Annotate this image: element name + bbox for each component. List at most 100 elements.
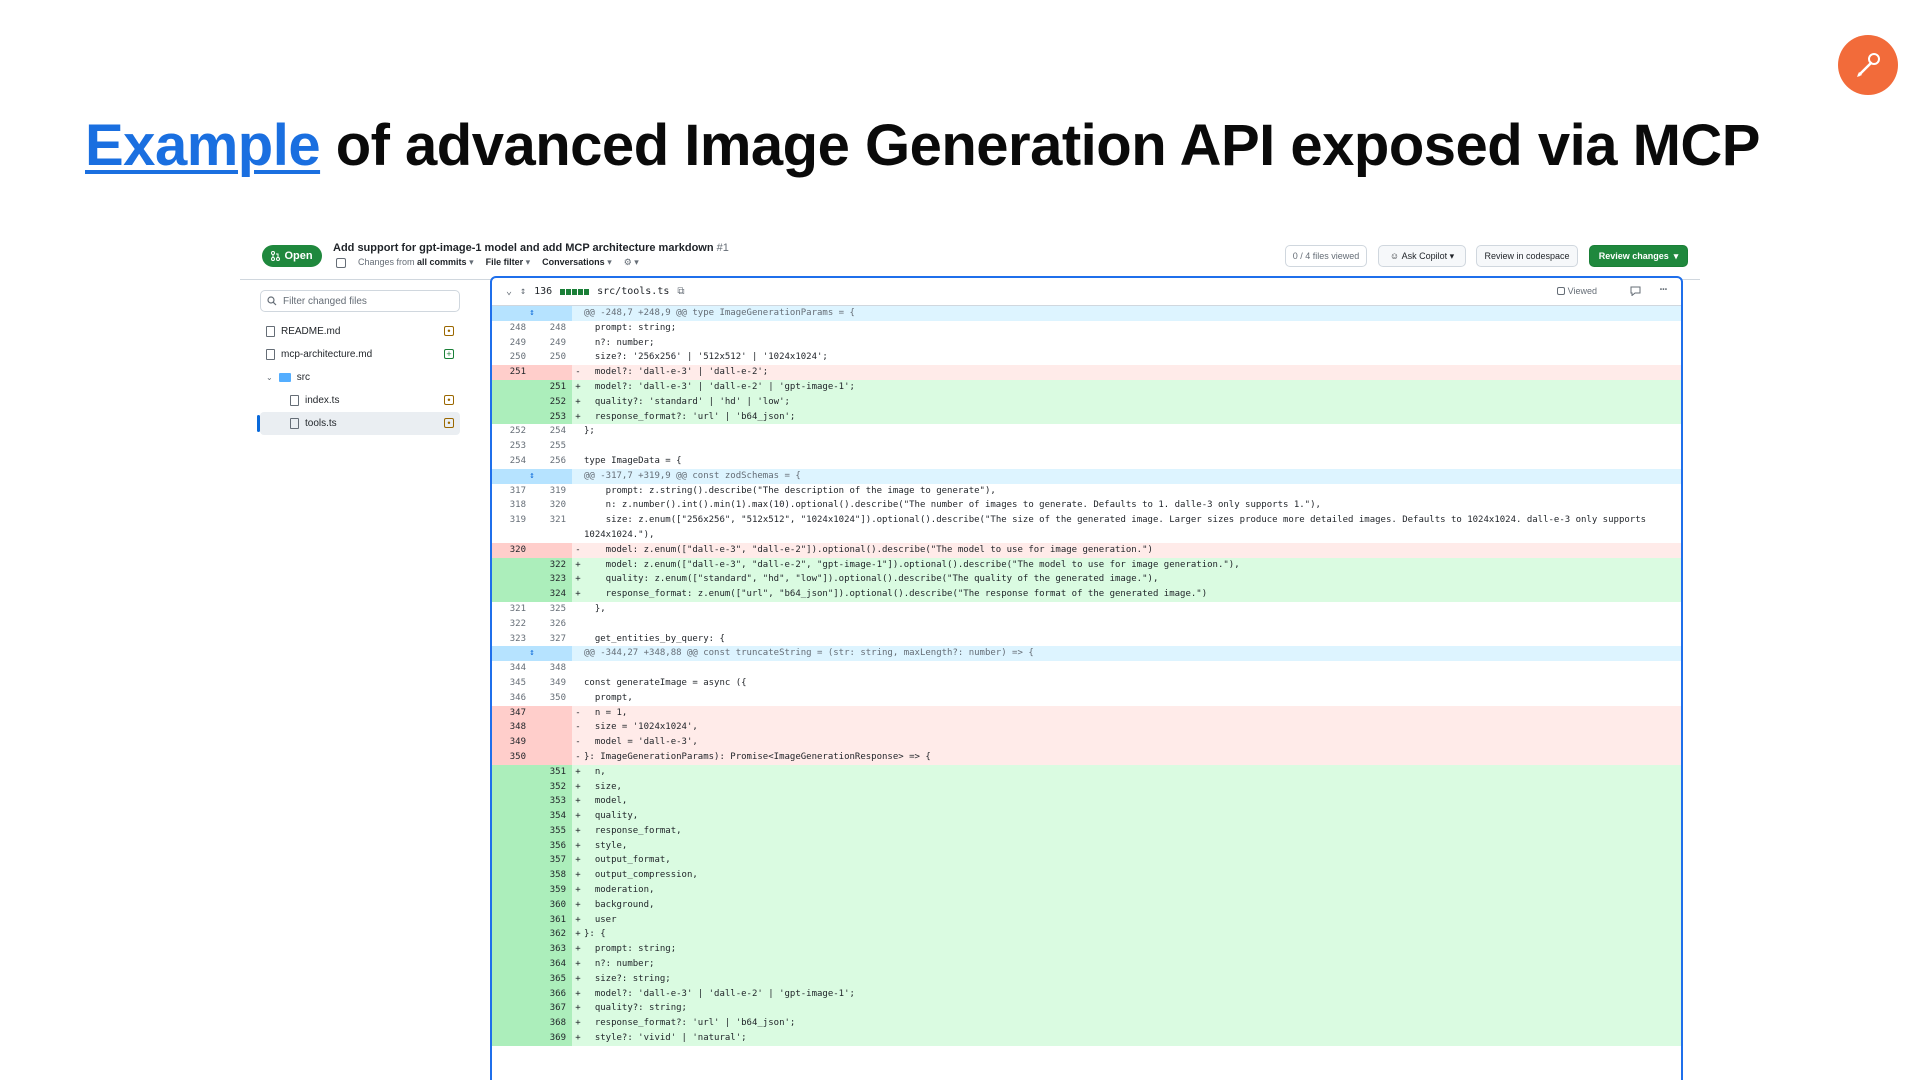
old-line-number[interactable] xyxy=(492,1016,532,1032)
old-line-number[interactable] xyxy=(492,986,532,1002)
new-line-number[interactable]: 321 xyxy=(532,513,572,543)
old-line-number[interactable] xyxy=(492,809,532,824)
new-line-number[interactable]: 369 xyxy=(532,1031,572,1046)
old-line-number[interactable] xyxy=(492,764,532,780)
old-line-number[interactable]: 323 xyxy=(492,632,532,647)
viewed-checkbox[interactable]: Viewed xyxy=(1556,286,1597,296)
new-line-number[interactable]: 363 xyxy=(532,942,572,958)
tree-item-readme[interactable]: README.md • xyxy=(260,320,460,343)
example-link[interactable]: Example xyxy=(85,113,321,178)
old-line-number[interactable] xyxy=(492,912,532,928)
old-line-number[interactable]: 347 xyxy=(492,705,532,721)
old-line-number[interactable]: 318 xyxy=(492,498,532,513)
new-line-number[interactable]: 361 xyxy=(532,912,572,928)
old-line-number[interactable]: 350 xyxy=(492,749,532,765)
new-line-number[interactable]: 356 xyxy=(532,838,572,854)
old-line-number[interactable] xyxy=(492,794,532,810)
new-line-number[interactable]: 324 xyxy=(532,587,572,602)
tree-item-tools-ts[interactable]: tools.ts • xyxy=(257,412,460,435)
new-line-number[interactable]: 252 xyxy=(532,394,572,410)
review-in-codespace-button[interactable]: Review in codespace xyxy=(1476,245,1578,267)
new-line-number[interactable]: 365 xyxy=(532,971,572,987)
old-line-number[interactable]: 253 xyxy=(492,439,532,454)
old-line-number[interactable]: 346 xyxy=(492,691,532,706)
new-line-number[interactable]: 327 xyxy=(532,632,572,647)
old-line-number[interactable]: 248 xyxy=(492,321,532,336)
conversations-dropdown[interactable]: Conversations ▾ xyxy=(542,257,612,268)
new-line-number[interactable]: 248 xyxy=(532,321,572,336)
old-line-number[interactable]: 319 xyxy=(492,513,532,543)
file-path[interactable]: src/tools.ts xyxy=(597,286,669,297)
new-line-number[interactable] xyxy=(532,720,572,736)
old-line-number[interactable] xyxy=(492,572,532,588)
new-line-number[interactable]: 254 xyxy=(532,424,572,439)
old-line-number[interactable] xyxy=(492,868,532,884)
new-line-number[interactable]: 368 xyxy=(532,1016,572,1032)
new-line-number[interactable]: 349 xyxy=(532,676,572,691)
new-line-number[interactable]: 323 xyxy=(532,572,572,588)
new-line-number[interactable]: 319 xyxy=(532,484,572,499)
old-line-number[interactable]: 322 xyxy=(492,617,532,632)
old-line-number[interactable] xyxy=(492,587,532,602)
tree-item-mcp-architecture[interactable]: mcp-architecture.md + xyxy=(260,343,460,366)
old-line-number[interactable] xyxy=(492,957,532,972)
review-changes-button[interactable]: Review changes ▾ xyxy=(1589,245,1688,267)
more-options-icon[interactable]: ⋯ xyxy=(1660,282,1667,296)
old-line-number[interactable] xyxy=(492,971,532,987)
new-line-number[interactable]: 357 xyxy=(532,853,572,869)
old-line-number[interactable]: 348 xyxy=(492,720,532,736)
old-line-number[interactable] xyxy=(492,557,532,573)
new-line-number[interactable]: 253 xyxy=(532,409,572,425)
old-line-number[interactable]: 250 xyxy=(492,350,532,365)
new-line-number[interactable]: 359 xyxy=(532,883,572,898)
old-line-number[interactable] xyxy=(492,853,532,869)
old-line-number[interactable] xyxy=(492,779,532,795)
new-line-number[interactable]: 255 xyxy=(532,439,572,454)
new-line-number[interactable]: 325 xyxy=(532,602,572,617)
new-line-number[interactable]: 326 xyxy=(532,617,572,632)
old-line-number[interactable] xyxy=(492,394,532,410)
old-line-number[interactable]: 320 xyxy=(492,542,532,558)
old-line-number[interactable]: 349 xyxy=(492,735,532,750)
new-line-number[interactable] xyxy=(532,735,572,750)
new-line-number[interactable]: 366 xyxy=(532,986,572,1002)
tree-item-index-ts[interactable]: index.ts • xyxy=(260,389,460,412)
new-line-number[interactable]: 350 xyxy=(532,691,572,706)
new-line-number[interactable]: 348 xyxy=(532,661,572,676)
new-line-number[interactable]: 250 xyxy=(532,350,572,365)
new-line-number[interactable]: 249 xyxy=(532,336,572,351)
ask-copilot-button[interactable]: ☺ Ask Copilot ▾ xyxy=(1378,245,1466,267)
new-line-number[interactable]: 355 xyxy=(532,823,572,839)
old-line-number[interactable] xyxy=(492,823,532,839)
old-line-number[interactable] xyxy=(492,942,532,958)
new-line-number[interactable] xyxy=(532,365,572,380)
old-line-number[interactable]: 249 xyxy=(492,336,532,351)
copy-icon[interactable]: ⧉ xyxy=(677,286,684,297)
old-line-number[interactable] xyxy=(492,883,532,898)
old-line-number[interactable]: 321 xyxy=(492,602,532,617)
old-line-number[interactable]: 345 xyxy=(492,676,532,691)
new-line-number[interactable]: 354 xyxy=(532,809,572,824)
old-line-number[interactable] xyxy=(492,1031,532,1046)
settings-gear-icon[interactable]: ⚙ ▾ xyxy=(624,257,639,268)
filter-changed-files-input[interactable]: Filter changed files xyxy=(260,290,460,312)
new-line-number[interactable]: 353 xyxy=(532,794,572,810)
new-line-number[interactable]: 352 xyxy=(532,779,572,795)
expand-hunk-icon[interactable]: ↕ xyxy=(492,468,572,484)
file-filter-dropdown[interactable]: File filter ▾ xyxy=(486,257,531,268)
new-line-number[interactable]: 360 xyxy=(532,897,572,913)
sidebar-toggle-icon[interactable] xyxy=(336,257,346,268)
old-line-number[interactable] xyxy=(492,897,532,913)
old-line-number[interactable]: 344 xyxy=(492,661,532,676)
new-line-number[interactable]: 256 xyxy=(532,454,572,469)
new-line-number[interactable]: 364 xyxy=(532,957,572,972)
old-line-number[interactable] xyxy=(492,927,532,943)
old-line-number[interactable] xyxy=(492,379,532,395)
collapse-chevron-icon[interactable]: ⌄ xyxy=(506,286,512,297)
comment-icon[interactable] xyxy=(1630,286,1641,296)
old-line-number[interactable] xyxy=(492,1001,532,1017)
expand-all-icon[interactable]: ↕ xyxy=(520,286,526,297)
new-line-number[interactable] xyxy=(532,542,572,558)
new-line-number[interactable] xyxy=(532,749,572,765)
tree-item-src-folder[interactable]: ⌄ src xyxy=(260,366,460,389)
